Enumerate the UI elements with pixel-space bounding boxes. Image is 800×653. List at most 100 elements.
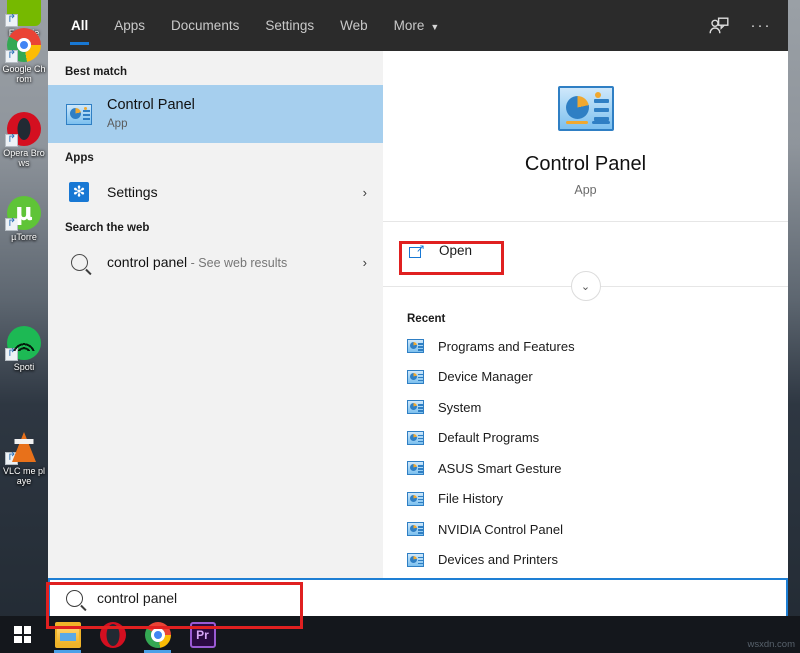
taskbar-file-explorer[interactable] [45, 616, 90, 653]
app-preview-panel: Control Panel App ↗ Open ⌄ Recent Progra… [383, 51, 788, 578]
recent-item[interactable]: System [383, 392, 788, 423]
search-filter-header: All Apps Documents Settings Web More ▼ ·… [48, 0, 788, 51]
start-search-flyout: All Apps Documents Settings Web More ▼ ·… [48, 0, 788, 578]
recent-item-label: Device Manager [438, 369, 533, 385]
tab-apps[interactable]: Apps [101, 0, 158, 51]
web-query-suffix: - See web results [187, 256, 288, 270]
desktop-background: Experie Google Chrom Opera Brows µTorre … [0, 0, 800, 653]
control-panel-item-icon [407, 491, 424, 506]
result-item-settings[interactable]: Settings › [48, 171, 383, 213]
feedback-person-icon[interactable] [706, 13, 732, 39]
chevron-right-icon[interactable]: › [363, 185, 373, 200]
tab-label: Documents [171, 18, 240, 33]
desktop-icon-opera[interactable]: Opera Brows [0, 112, 48, 168]
nvidia-experience-icon [5, 0, 41, 27]
tab-label: Apps [114, 18, 146, 33]
desktop-icon-label: VLC me playe [2, 466, 46, 486]
result-title: Control Panel [107, 97, 195, 113]
opera-icon [99, 621, 126, 648]
chrome-icon [144, 621, 171, 648]
expander-row: ⌄ [383, 271, 788, 301]
desktop-icon-utorrent[interactable]: µTorre [0, 196, 48, 242]
result-subtitle: App [107, 118, 128, 130]
tab-label: Web [340, 18, 368, 33]
recent-section-title: Recent [407, 313, 446, 325]
desktop-icon-label: Google Chrom [2, 64, 46, 84]
watermark: wsxdn.com [747, 639, 795, 650]
recent-item-label: Programs and Features [438, 338, 575, 354]
tab-label: Settings [265, 18, 315, 33]
desktop-icon-label: Spoti [13, 362, 35, 372]
taskbar-google-chrome[interactable] [135, 616, 180, 653]
group-title-search-the-web: Search the web [65, 222, 150, 234]
recent-item[interactable]: Programs and Features [383, 331, 788, 362]
preview-header: Control Panel App [383, 51, 788, 221]
preview-actions: ↗ Open [383, 222, 788, 271]
premiere-pro-icon [189, 621, 216, 648]
opera-browser-icon [5, 112, 41, 147]
header-actions: ··· [706, 13, 774, 39]
control-panel-item-icon [407, 522, 424, 537]
search-icon [66, 589, 83, 607]
tab-label: More [393, 18, 425, 33]
tab-web[interactable]: Web [327, 0, 381, 51]
result-item-control-panel[interactable]: Control Panel App [48, 85, 383, 143]
taskbar-premiere-pro[interactable] [180, 616, 225, 653]
tab-settings[interactable]: Settings [252, 0, 327, 51]
control-panel-item-icon [407, 552, 424, 567]
desktop-icon-column: Experie Google Chrom Opera Brows µTorre … [0, 0, 48, 653]
tab-documents[interactable]: Documents [158, 0, 252, 51]
recent-item-label: Default Programs [438, 430, 540, 446]
chevron-right-icon[interactable]: › [363, 255, 373, 270]
taskbar-search-box[interactable] [48, 578, 788, 618]
recent-item-label: NVIDIA Control Panel [438, 521, 564, 537]
tab-more[interactable]: More ▼ [381, 0, 453, 51]
desktop-icon-vlc[interactable]: VLC me playe [0, 430, 48, 486]
recent-list: Programs and Features Device Manager Sys… [383, 331, 788, 575]
control-panel-icon [65, 103, 93, 125]
search-results-panel: Best match Control Panel App Apps ✻ Sett… [48, 51, 383, 578]
open-external-icon: ↗ [409, 243, 425, 258]
google-chrome-icon [5, 28, 41, 63]
chevron-down-icon[interactable]: ⌄ [570, 271, 601, 301]
desktop-icon-label: µTorre [11, 232, 37, 242]
recent-item[interactable]: ASUS Smart Gesture [383, 453, 788, 484]
recent-item[interactable]: File History [383, 484, 788, 515]
control-panel-item-icon [407, 369, 424, 384]
group-title-apps: Apps [65, 152, 94, 164]
flyout-body: Best match Control Panel App Apps ✻ Sett… [48, 51, 788, 578]
recent-item[interactable]: Device Manager [383, 362, 788, 393]
taskbar-opera[interactable] [90, 616, 135, 653]
web-query-text: control panel [107, 254, 188, 270]
recent-item[interactable]: Default Programs [383, 423, 788, 454]
search-filter-tabs: All Apps Documents Settings Web More ▼ [58, 0, 452, 51]
open-button[interactable]: ↗ Open [397, 236, 495, 265]
more-options-icon[interactable]: ··· [748, 13, 774, 39]
search-icon [65, 253, 93, 271]
desktop-icon-spotify[interactable]: Spoti [0, 326, 48, 372]
recent-item[interactable]: NVIDIA Control Panel [383, 514, 788, 545]
vlc-media-player-icon [5, 430, 41, 465]
result-title: Settings [107, 183, 158, 200]
search-input[interactable] [97, 590, 697, 606]
control-panel-icon [557, 85, 614, 131]
control-panel-item-icon [407, 400, 424, 415]
taskbar [0, 616, 800, 653]
tab-all[interactable]: All [58, 0, 101, 51]
windows-logo-icon [14, 626, 31, 643]
tab-label: All [71, 18, 89, 33]
control-panel-item-icon [407, 461, 424, 476]
control-panel-item-icon [407, 339, 424, 354]
folder-icon [54, 621, 81, 648]
desktop-icon-google-chrome[interactable]: Google Chrom [0, 28, 48, 84]
chevron-down-icon: ▼ [430, 21, 440, 32]
start-button[interactable] [0, 616, 45, 653]
recent-item-label: System [438, 399, 482, 415]
preview-app-subtitle: App [574, 182, 597, 197]
spotify-icon [5, 326, 41, 361]
result-item-web-search[interactable]: control panel - See web results › [48, 241, 383, 283]
recent-item-label: Devices and Printers [438, 552, 558, 568]
recent-item[interactable]: Devices and Printers [383, 545, 788, 576]
recent-item-label: File History [438, 491, 504, 507]
group-title-best-match: Best match [65, 66, 127, 78]
